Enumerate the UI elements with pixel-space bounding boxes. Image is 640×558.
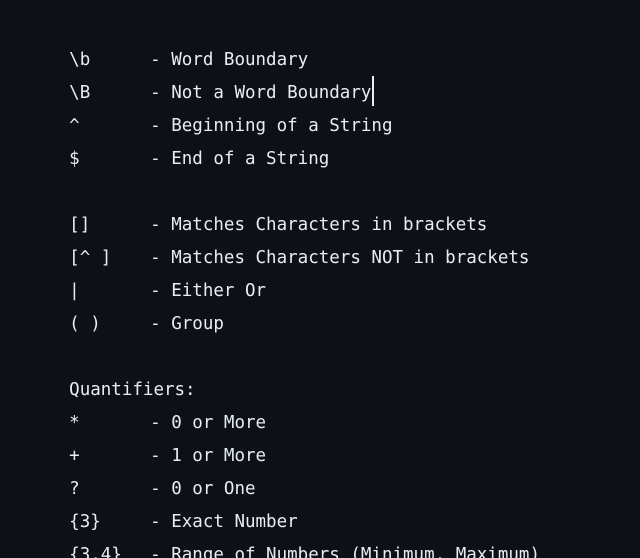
quantifier-line-one-or-more[interactable]: + - 1 or More	[27, 407, 640, 466]
group-line-either-or[interactable]: | - Either Or	[27, 242, 640, 301]
anchor-line-end[interactable]: $ - End of a String	[27, 110, 640, 169]
group-line-group[interactable]: ( ) - Group	[27, 275, 640, 334]
quantifiers-heading[interactable]: Quantifiers:	[27, 341, 640, 400]
quantifier-line-zero-or-more[interactable]: * - 0 or More	[27, 374, 640, 433]
regex-symbol: {3,4}	[69, 545, 122, 558]
blank-line[interactable]	[27, 308, 640, 341]
group-line-brackets[interactable]: [] - Matches Characters in brackets	[27, 176, 640, 235]
quantifier-line-exact[interactable]: {3} - Exact Number	[27, 473, 640, 532]
anchor-line-word-boundary[interactable]: \b - Word Boundary	[27, 11, 640, 70]
quantifier-line-zero-or-one[interactable]: ? - 0 or One	[27, 440, 640, 499]
quantifier-line-range[interactable]: {3,4} - Range of Numbers (Minimum, Maximu…	[27, 506, 640, 558]
anchor-line-beginning[interactable]: ^ - Beginning of a String	[27, 77, 640, 136]
regex-description: - Range of Numbers (Minimum, Maximum)	[150, 545, 540, 558]
text-editor[interactable]: \b - Word Boundary \B - Not a Word Boundar…	[0, 0, 640, 558]
anchor-line-not-word-boundary[interactable]: \B - Not a Word Boundary	[27, 44, 640, 106]
blank-line[interactable]	[27, 143, 640, 176]
group-line-not-brackets[interactable]: [^ ] - Matches Characters NOT in brackets	[27, 209, 640, 268]
